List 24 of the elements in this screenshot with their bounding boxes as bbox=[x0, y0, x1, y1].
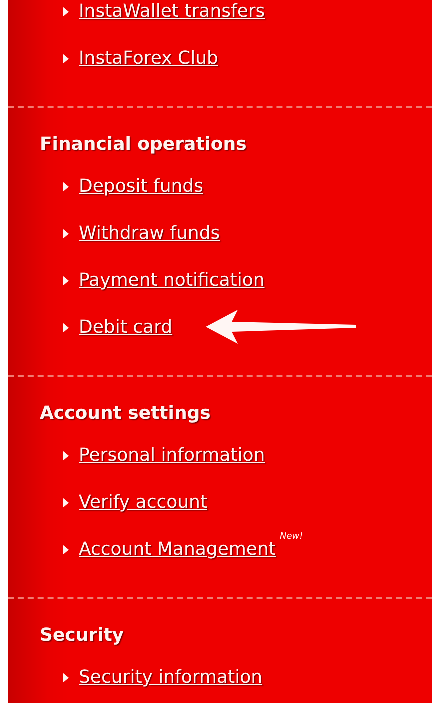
triangle-bullet-icon bbox=[63, 6, 69, 16]
triangle-bullet-icon bbox=[63, 544, 69, 554]
menu-link[interactable]: Withdraw funds bbox=[79, 223, 220, 244]
menu-link[interactable]: Security information bbox=[79, 667, 263, 688]
triangle-bullet-icon bbox=[63, 450, 69, 460]
menu-link[interactable]: InstaWallet transfers bbox=[79, 1, 266, 22]
new-label: New! bbox=[280, 532, 304, 542]
triangle-bullet-icon bbox=[63, 182, 69, 192]
triangle-bullet-icon bbox=[63, 672, 69, 682]
menu-link[interactable]: Verify account bbox=[79, 492, 208, 513]
triangle-bullet-icon bbox=[63, 498, 69, 508]
menu-link[interactable]: Debit card bbox=[79, 317, 173, 338]
triangle-bullet-icon bbox=[63, 322, 69, 332]
triangle-bullet-icon bbox=[63, 54, 69, 64]
menu-link[interactable]: Deposit funds bbox=[79, 176, 204, 197]
section-heading: Security bbox=[39, 624, 126, 648]
section-heading: Financial operations bbox=[39, 133, 248, 157]
section-heading: Account settings bbox=[39, 402, 212, 426]
triangle-bullet-icon bbox=[63, 228, 69, 238]
menu-link[interactable]: Account Management bbox=[79, 539, 276, 560]
menu-link[interactable]: Personal information bbox=[79, 445, 266, 466]
menu-link[interactable]: Payment notification bbox=[79, 270, 265, 291]
menu-link[interactable]: InstaForex Club bbox=[79, 48, 218, 69]
triangle-bullet-icon bbox=[63, 276, 69, 286]
